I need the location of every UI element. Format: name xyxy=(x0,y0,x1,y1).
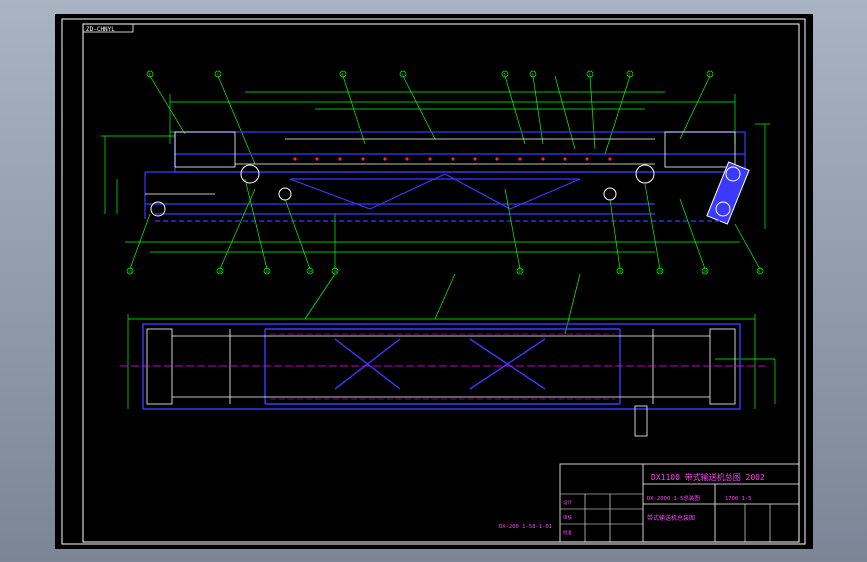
balloon-top-2: 8 xyxy=(342,73,344,77)
drawing-title: DX1100 带式输送机总图 2002 xyxy=(651,472,765,482)
balloon-top-1: 3 xyxy=(217,73,219,77)
drawing-number-left: DX-2000 1-5总装图 xyxy=(647,494,700,502)
drawing-subtitle: 带式输送机总装图 xyxy=(647,514,695,522)
balloon-top-0: 8 xyxy=(149,73,151,77)
balloon-top-7: 2 xyxy=(629,73,631,77)
outer-border xyxy=(61,18,806,545)
balloon-top-4: 5 xyxy=(504,73,506,77)
svg-text:设计: 设计 xyxy=(563,499,572,506)
drawing-number-right: 1700 1-5 xyxy=(725,496,752,502)
balloon-bottom-0: 11 xyxy=(128,270,132,274)
balloon-bottom-3: 14 xyxy=(308,270,312,274)
plan-view xyxy=(120,273,776,437)
balloon-bottom-9: 8 xyxy=(758,270,760,274)
svg-text:批准: 批准 xyxy=(563,529,572,536)
drawing-sheet: ZD-CHNYL DX1100 带式输送机总图 2002 DX-2000 1-5… xyxy=(55,14,813,549)
balloon-bottom-6: 16 xyxy=(618,270,622,274)
balloon-bottom-8: 20 xyxy=(703,270,707,274)
elevation-view xyxy=(101,70,770,275)
cad-drawing: ZD-CHNYL DX1100 带式输送机总图 2002 DX-2000 1-5… xyxy=(61,18,806,545)
balloon-top-3: 7 xyxy=(402,73,404,77)
balloon-bottom-7: 19 xyxy=(658,270,662,274)
left-note: DX-200 1-58-1-01 xyxy=(499,524,552,530)
balloon-top-5: 3 xyxy=(532,73,534,77)
balloon-bottom-5: 17 xyxy=(518,270,522,274)
balloon-top-6: 2 xyxy=(589,73,591,77)
balloon-bottom-1: 13 xyxy=(218,270,222,274)
balloon-bottom-2: 12 xyxy=(265,270,269,274)
svg-text:审核: 审核 xyxy=(563,514,572,521)
balloon-top-8: 1 xyxy=(709,73,711,77)
balloon-bottom-4: 10 xyxy=(333,270,337,274)
corner-tag: ZD-CHNYL xyxy=(86,26,115,33)
